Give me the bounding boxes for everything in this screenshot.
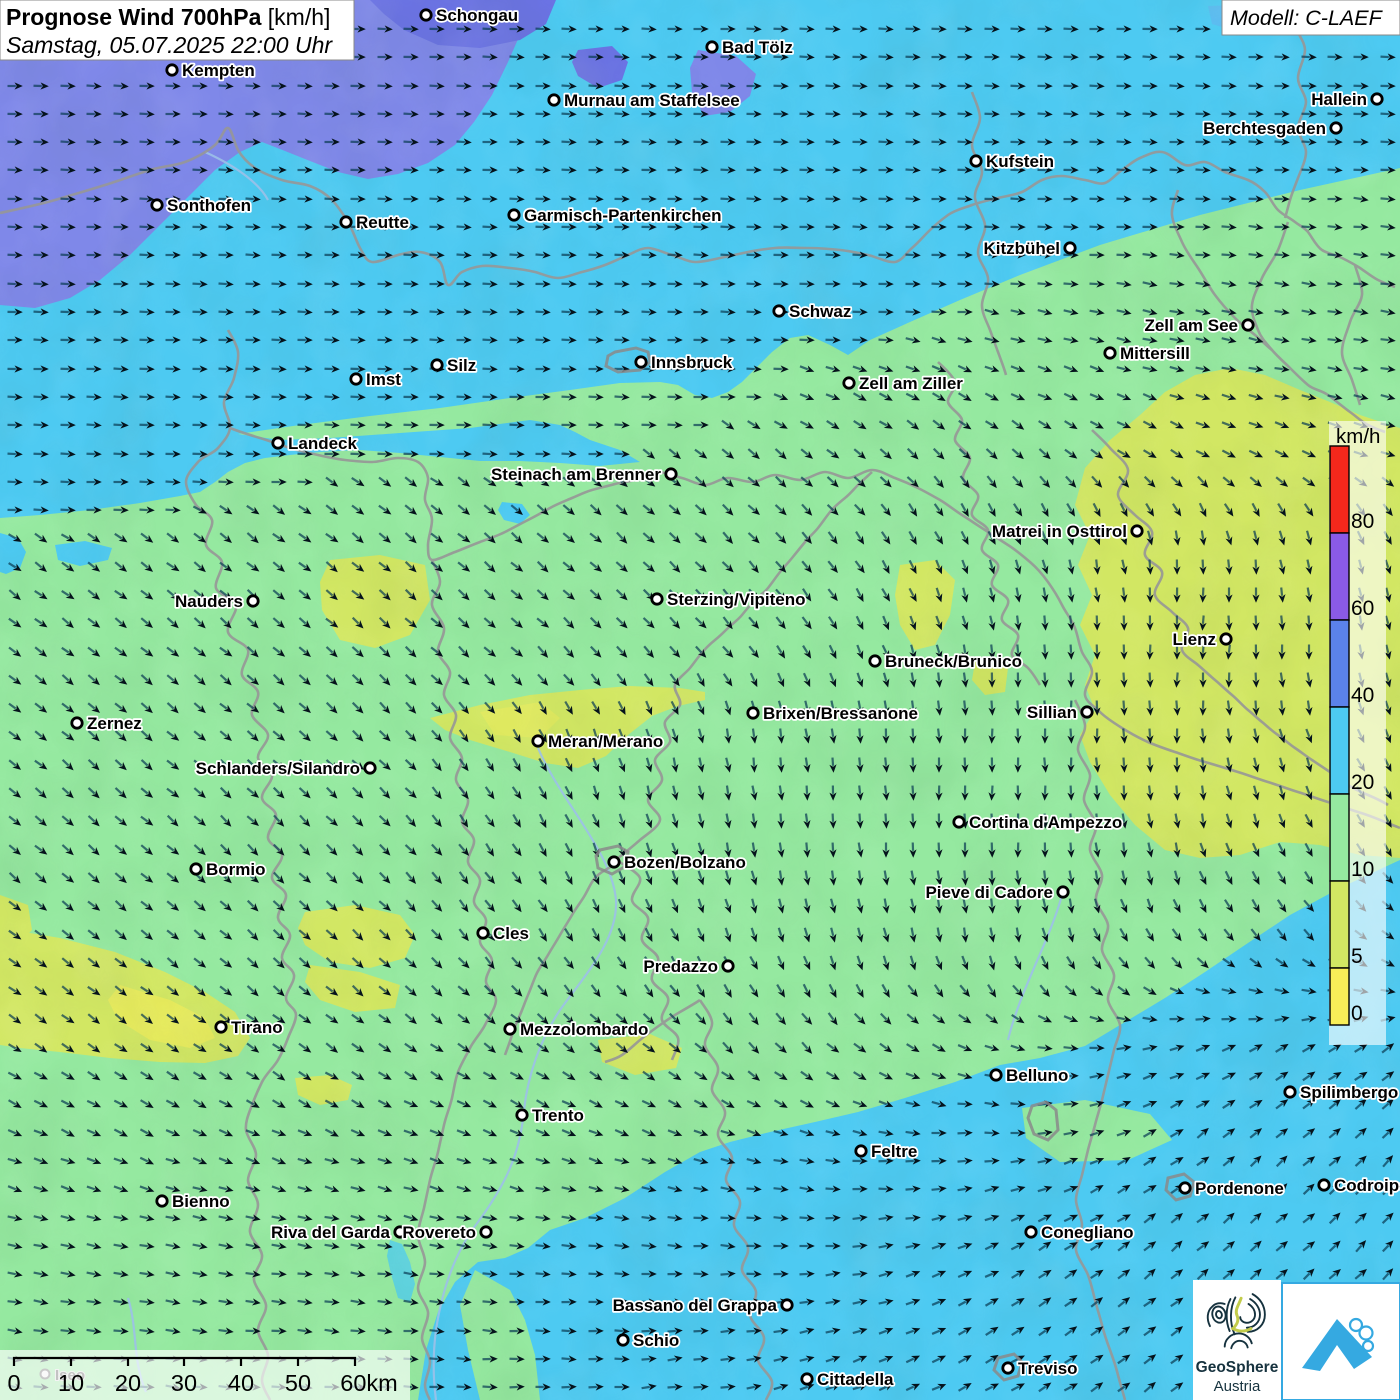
svg-text:Treviso: Treviso [1018,1359,1078,1378]
svg-text:Nauders: Nauders [175,592,243,611]
svg-text:Sillian: Sillian [1027,703,1077,722]
svg-text:Prognose Wind 700hPa [km/h]: Prognose Wind 700hPa [km/h] [6,4,330,30]
svg-text:Steinach am Brenner: Steinach am Brenner [491,465,661,484]
svg-text:60: 60 [1351,597,1374,620]
svg-text:Berchtesgaden: Berchtesgaden [1203,119,1326,138]
svg-text:Schlanders/Silandro: Schlanders/Silandro [196,759,360,778]
svg-text:Bozen/Bolzano: Bozen/Bolzano [624,853,746,872]
svg-text:40: 40 [1351,684,1374,707]
svg-text:80: 80 [1351,510,1374,533]
svg-text:Kufstein: Kufstein [986,152,1054,171]
svg-text:Schio: Schio [633,1331,679,1350]
svg-text:Zell am Ziller: Zell am Ziller [859,374,963,393]
svg-text:GeoSphere: GeoSphere [1196,1359,1279,1376]
svg-text:10: 10 [58,1370,84,1396]
svg-text:5: 5 [1351,945,1363,968]
svg-text:Conegliano: Conegliano [1041,1223,1134,1242]
svg-text:Hallein: Hallein [1311,90,1367,109]
svg-text:Garmisch-Partenkirchen: Garmisch-Partenkirchen [524,206,721,225]
svg-text:Codroipo: Codroipo [1334,1176,1400,1195]
svg-text:Imst: Imst [366,370,401,389]
svg-text:Sterzing/Vipiteno: Sterzing/Vipiteno [667,590,806,609]
svg-text:Bienno: Bienno [172,1192,230,1211]
svg-text:Schongau: Schongau [436,6,518,25]
svg-text:Feltre: Feltre [871,1142,917,1161]
svg-text:Mezzolombardo: Mezzolombardo [520,1020,648,1039]
svg-text:Schwaz: Schwaz [789,302,851,321]
svg-text:20: 20 [1351,771,1374,794]
svg-text:Spilimbergo: Spilimbergo [1300,1083,1398,1102]
svg-text:0: 0 [1351,1002,1363,1025]
svg-text:Bad Tölz: Bad Tölz [722,38,793,57]
svg-text:Innsbruck: Innsbruck [651,353,733,372]
svg-text:Pordenone: Pordenone [1195,1179,1284,1198]
svg-text:Zernez: Zernez [87,714,142,733]
svg-text:Zell am See: Zell am See [1144,316,1238,335]
svg-text:Murnau am Staffelsee: Murnau am Staffelsee [564,91,740,110]
svg-text:Bormio: Bormio [206,860,266,879]
svg-text:Landeck: Landeck [288,434,358,453]
svg-text:Cortina d'Ampezzo: Cortina d'Ampezzo [969,813,1122,832]
svg-text:Rovereto: Rovereto [402,1223,476,1242]
svg-text:Bruneck/Brunico: Bruneck/Brunico [885,652,1022,671]
svg-text:km/h: km/h [1336,425,1380,448]
svg-text:Meran/Merano: Meran/Merano [548,732,663,751]
svg-text:0: 0 [7,1370,20,1396]
svg-text:Mittersill: Mittersill [1120,344,1190,363]
svg-text:Belluno: Belluno [1006,1066,1068,1085]
svg-text:Bassano del Grappa: Bassano del Grappa [613,1296,778,1315]
svg-text:60km: 60km [340,1370,397,1396]
svg-text:Sonthofen: Sonthofen [167,196,251,215]
svg-text:Modell: C-LAEF: Modell: C-LAEF [1230,6,1384,30]
svg-text:Trento: Trento [532,1106,584,1125]
svg-text:Cittadella: Cittadella [817,1370,894,1389]
svg-text:Cles: Cles [493,924,529,943]
svg-text:Kitzbühel: Kitzbühel [984,239,1061,258]
svg-text:Silz: Silz [447,356,476,375]
svg-text:50: 50 [285,1370,311,1396]
svg-text:Tirano: Tirano [231,1018,283,1037]
svg-text:20: 20 [115,1370,141,1396]
svg-text:Pieve di Cadore: Pieve di Cadore [925,883,1053,902]
svg-text:Austria: Austria [1214,1378,1261,1395]
svg-text:40: 40 [228,1370,254,1396]
svg-text:30: 30 [171,1370,197,1396]
svg-text:Riva del Garda: Riva del Garda [271,1223,391,1242]
svg-text:Predazzo: Predazzo [643,957,718,976]
svg-text:10: 10 [1351,858,1374,881]
svg-text:Kempten: Kempten [182,61,255,80]
svg-text:Matrei in Osttirol: Matrei in Osttirol [992,522,1127,541]
svg-text:Samstag, 05.07.2025 22:00 Uhr: Samstag, 05.07.2025 22:00 Uhr [6,32,333,58]
svg-text:Reutte: Reutte [356,213,409,232]
svg-text:Brixen/Bressanone: Brixen/Bressanone [763,704,918,723]
svg-text:Lienz: Lienz [1173,630,1216,649]
